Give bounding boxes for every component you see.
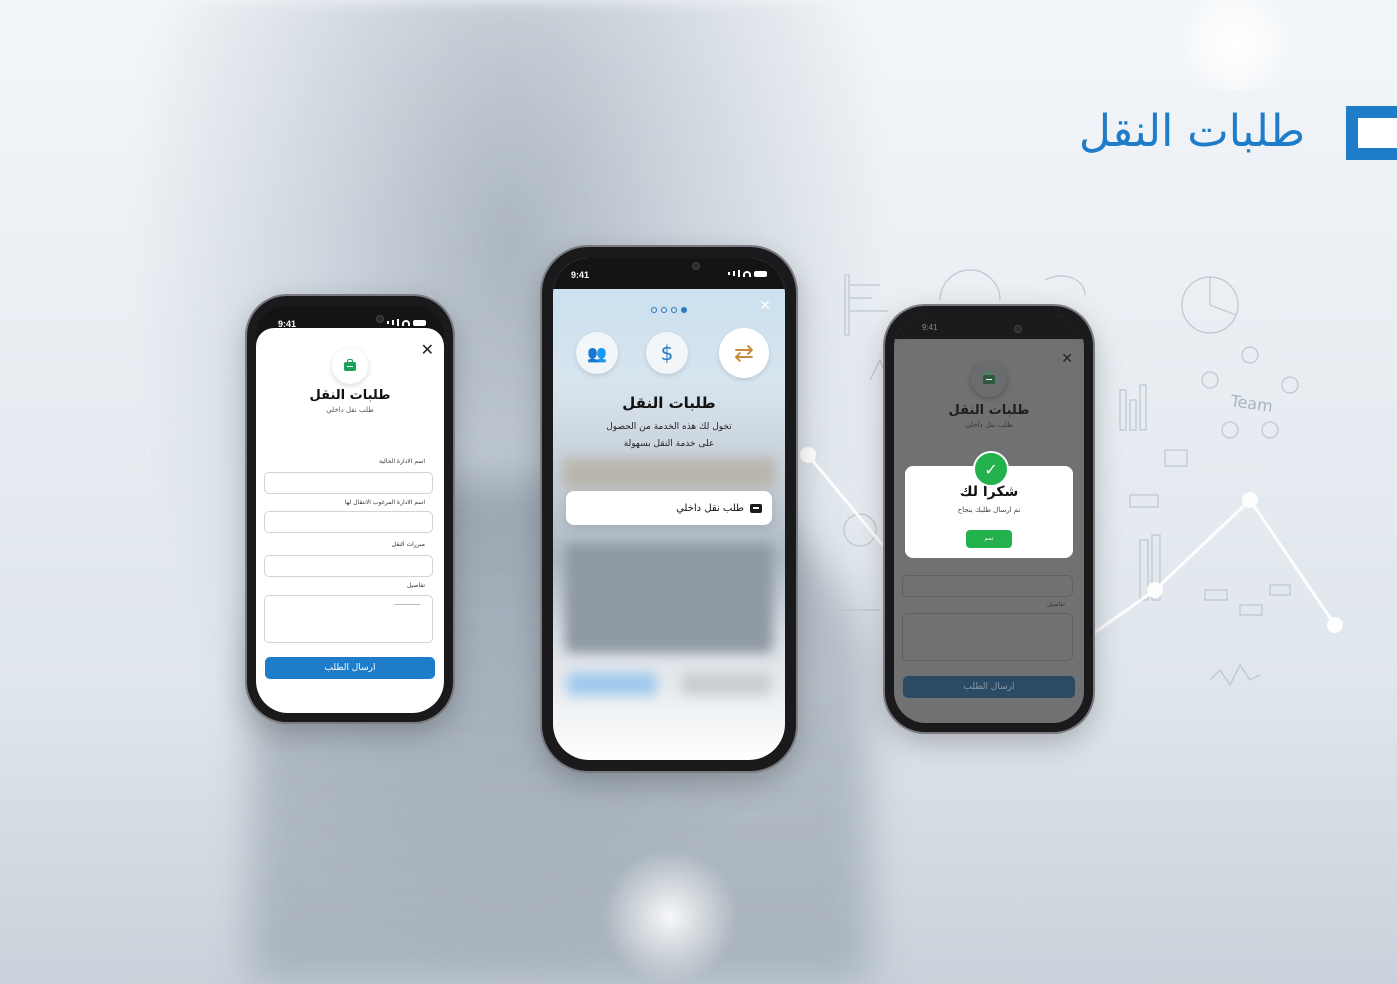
field-label-details: تفاصيل <box>1047 601 1065 608</box>
briefcase-icon <box>750 503 762 513</box>
target-dept-input[interactable] <box>264 511 433 533</box>
intro-title: طلبات النقل <box>622 394 716 412</box>
form-subtitle: طلب نقل داخلي <box>326 406 374 414</box>
status-bar: 9:41 <box>553 258 785 289</box>
intro-description-line1: تخول لك هذه الخدمة من الحصول <box>606 422 732 432</box>
phone-form: 9:41 ✕ طلبات النقل طلب نقل داخلي اسم الا… <box>247 296 453 722</box>
intro-description-line2: على خدمة النقل بسهولة <box>623 439 715 449</box>
internal-transfer-label: طلب نقل داخلي <box>676 502 744 514</box>
modal-message: تم ارسال طلبك بنجاح <box>957 506 1021 514</box>
form-title: طلبات النقل <box>309 388 391 403</box>
briefcase-icon <box>983 371 995 384</box>
intro-screen: 9:41 ✕ 👥 $ ⇄ طلبات النقل تخول لك هذه الخ… <box>553 258 785 760</box>
blurred-content <box>567 673 657 695</box>
page-title: طلبات النقل <box>1078 106 1305 157</box>
briefcase-badge <box>332 348 368 384</box>
details-textarea[interactable] <box>264 595 433 643</box>
dimmed-input <box>902 575 1073 597</box>
wifi-icon <box>402 319 410 326</box>
form-sheet: ✕ طلبات النقل طلب نقل داخلي اسم الادارة … <box>256 328 444 713</box>
camera-dot <box>692 262 700 270</box>
form-subtitle: طلب نقل داخلي <box>965 421 1013 429</box>
internal-transfer-button[interactable]: طلب نقل داخلي <box>566 491 772 525</box>
modal-ok-button[interactable]: تمم <box>966 530 1012 548</box>
battery-icon <box>413 319 426 326</box>
page-dot[interactable] <box>661 307 667 313</box>
close-icon[interactable]: ✕ <box>421 342 434 358</box>
submit-request-button[interactable]: ارسال الطلب <box>265 657 435 679</box>
field-label-reasons: مبررات النقل <box>391 541 425 548</box>
briefcase-badge <box>971 361 1007 397</box>
field-label-details: تفاصيل <box>407 582 425 589</box>
background-light-glow <box>600 850 740 984</box>
status-time: 9:41 <box>922 323 938 332</box>
field-label-target-dept: اسم الادارة المرغوب الانتقال لها <box>344 499 425 506</box>
wifi-icon <box>743 270 751 277</box>
success-check-icon: ✓ <box>973 451 1009 487</box>
current-dept-input[interactable] <box>264 472 433 494</box>
success-screen: 9:41 ✕ طلبات النقل طلب نقل داخلي تفاصيل … <box>894 315 1084 723</box>
close-icon[interactable]: ✕ <box>1061 351 1073 367</box>
field-label-current-dept: اسم الادارة الحالية <box>378 458 425 465</box>
briefcase-icon <box>344 358 356 371</box>
blurred-content <box>563 458 775 488</box>
phone-success: 9:41 ✕ طلبات النقل طلب نقل داخلي تفاصيل … <box>885 306 1093 732</box>
dollar-icon: $ <box>646 332 688 374</box>
camera-dot <box>1014 325 1022 333</box>
blurred-content <box>565 543 773 653</box>
page-indicator <box>553 307 785 313</box>
phone-intro: 9:41 ✕ 👥 $ ⇄ طلبات النقل تخول لك هذه الخ… <box>542 247 796 771</box>
page-dot[interactable] <box>651 307 657 313</box>
form-title: طلبات النقل <box>948 403 1030 418</box>
page-dot[interactable] <box>671 307 677 313</box>
status-time: 9:41 <box>571 270 590 280</box>
form-screen: 9:41 ✕ طلبات النقل طلب نقل داخلي اسم الا… <box>256 305 444 713</box>
blurred-content <box>681 673 771 695</box>
transfer-arrows-icon: ⇄ <box>719 328 769 378</box>
title-accent-marker <box>1346 106 1397 160</box>
dimmed-textarea <box>902 613 1073 661</box>
background-sun-glow <box>1170 0 1300 90</box>
page-dot-active[interactable] <box>681 307 687 313</box>
team-icon: 👥 <box>576 332 618 374</box>
dimmed-submit-button: ارسال الطلب <box>903 676 1075 698</box>
camera-dot <box>376 315 384 323</box>
svg-text:Team: Team <box>1228 391 1274 416</box>
battery-icon <box>754 270 767 277</box>
status-bar: 9:41 <box>894 315 1084 339</box>
reasons-input[interactable] <box>264 555 433 577</box>
